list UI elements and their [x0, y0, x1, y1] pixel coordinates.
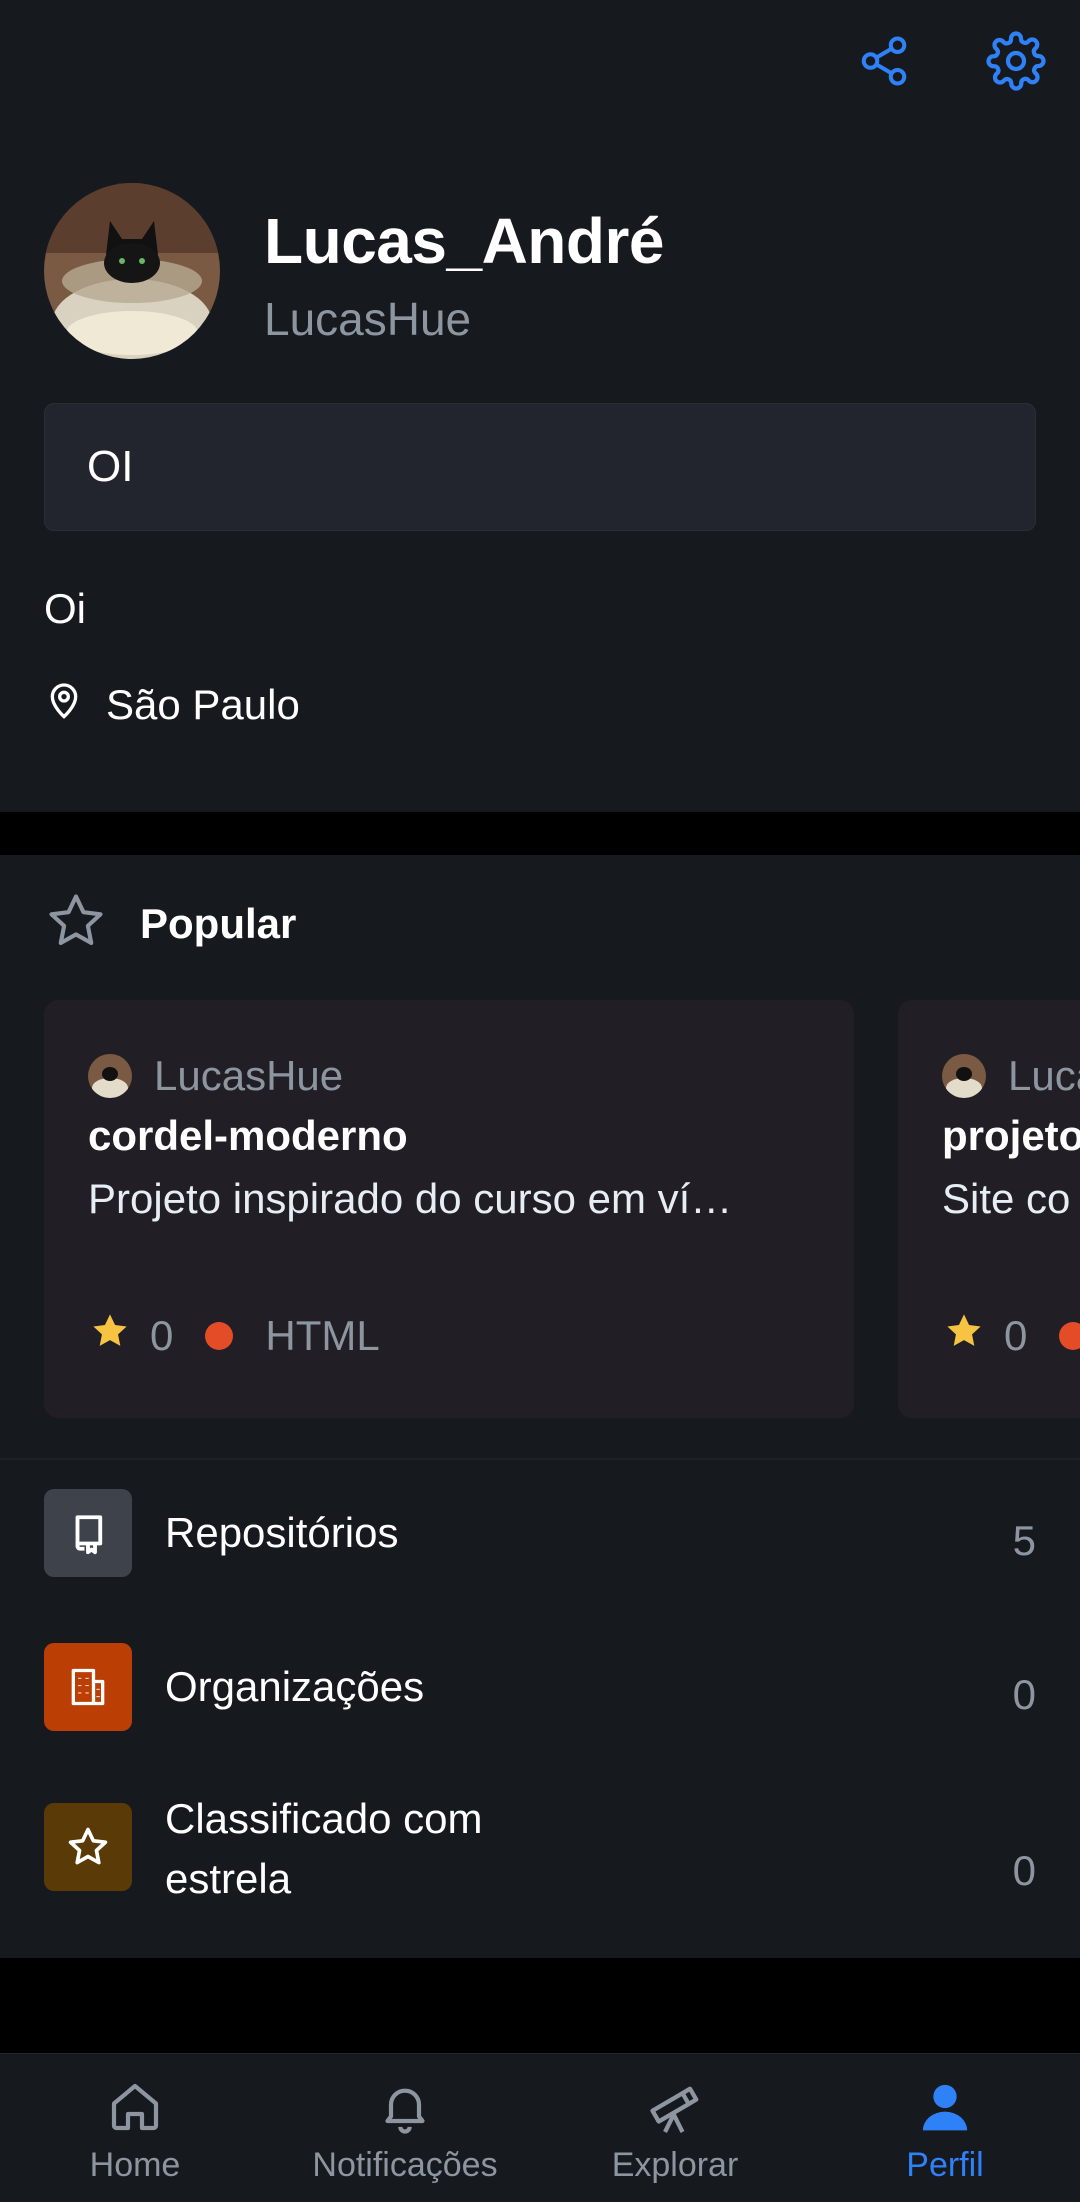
- home-icon: [107, 2074, 163, 2140]
- owner-avatar: [88, 1054, 132, 1098]
- star-filled-icon: [88, 1310, 132, 1362]
- repo-description: Projeto inspirado do curso em ví…: [88, 1175, 733, 1222]
- owner-name: LucasHue: [1008, 1052, 1080, 1099]
- nav-profile[interactable]: Perfil: [810, 2074, 1080, 2194]
- divider: [0, 1458, 1080, 1460]
- telescope-icon: [645, 2074, 705, 2140]
- language-color-dot: [1059, 1322, 1080, 1350]
- top-actions: [854, 30, 1046, 92]
- repositories-count: 5: [1012, 1517, 1036, 1564]
- repo-card[interactable]: LucasHue cordel-moderno Projeto inspirad…: [44, 1000, 854, 1418]
- repo-name: cordel-moderno: [88, 1112, 408, 1159]
- nav-explore[interactable]: Explorar: [540, 2074, 810, 2194]
- owner-name: LucasHue: [154, 1052, 344, 1099]
- repo-language: HTML: [265, 1312, 380, 1359]
- repo-owner: LucasHue: [88, 1052, 343, 1100]
- status-text: OI: [87, 442, 134, 491]
- location: São Paulo: [44, 678, 300, 732]
- organization-icon: [44, 1643, 132, 1731]
- repo-description: Site co: [942, 1175, 1071, 1222]
- location-pin-icon: [44, 678, 84, 732]
- star-count: 0: [1004, 1312, 1028, 1359]
- share-icon[interactable]: [854, 30, 914, 92]
- star-icon: [44, 1803, 132, 1891]
- starred-count: 0: [1012, 1847, 1036, 1894]
- starred-row[interactable]: Classificado com estrela 0: [0, 1795, 1080, 1933]
- nav-notifications-label: Notificações: [312, 2146, 498, 2184]
- owner-avatar: [942, 1054, 986, 1098]
- starred-label-line1: Classificado com: [165, 1795, 483, 1842]
- gear-icon[interactable]: [986, 30, 1046, 92]
- repo-icon: [44, 1489, 132, 1577]
- bottom-navigation: Home Notificações Explorar Perfil: [0, 2053, 1080, 2202]
- repo-owner: LucasHue: [942, 1052, 1080, 1100]
- repositories-label: Repositórios: [165, 1509, 399, 1556]
- location-text: São Paulo: [106, 681, 300, 728]
- nav-home-label: Home: [89, 2146, 181, 2184]
- repo-name: projeto: [942, 1112, 1080, 1159]
- display-name: Lucas_André: [264, 205, 664, 277]
- nav-explore-label: Explorar: [611, 2146, 739, 2184]
- star-outline-icon: [44, 890, 108, 957]
- username: LucasHue: [264, 293, 472, 345]
- repo-meta: 0 HTML: [88, 1310, 380, 1362]
- starred-label: Classificado com estrela: [165, 1789, 482, 1909]
- repo-card[interactable]: LucasHue projeto Site co 0: [898, 1000, 1080, 1418]
- organizations-label: Organizações: [165, 1663, 425, 1710]
- star-filled-icon: [942, 1310, 986, 1362]
- bell-icon: [377, 2074, 433, 2140]
- profile-header: Lucas_André LucasHue OI Oi São Paulo: [0, 0, 1080, 812]
- starred-label-line2: estrela: [165, 1855, 292, 1902]
- organizations-row[interactable]: Organizações 0: [0, 1643, 1080, 1733]
- popular-section: Popular LucasHue cordel-moderno Projeto …: [0, 855, 1080, 1958]
- bio: Oi: [44, 585, 86, 632]
- repo-meta: 0: [942, 1310, 1080, 1362]
- popular-cards-carousel[interactable]: LucasHue cordel-moderno Projeto inspirad…: [44, 1000, 1080, 1420]
- language-color-dot: [205, 1322, 234, 1350]
- nav-home[interactable]: Home: [0, 2074, 270, 2194]
- nav-profile-label: Perfil: [906, 2146, 984, 2184]
- organizations-count: 0: [1012, 1671, 1036, 1718]
- nav-notifications[interactable]: Notificações: [270, 2074, 540, 2194]
- status-box[interactable]: OI: [44, 403, 1036, 531]
- popular-header: Popular: [44, 890, 296, 957]
- person-icon: [917, 2074, 973, 2140]
- avatar[interactable]: [44, 183, 220, 359]
- popular-title: Popular: [140, 899, 297, 947]
- repositories-row[interactable]: Repositórios 5: [0, 1489, 1080, 1579]
- star-count: 0: [150, 1312, 174, 1359]
